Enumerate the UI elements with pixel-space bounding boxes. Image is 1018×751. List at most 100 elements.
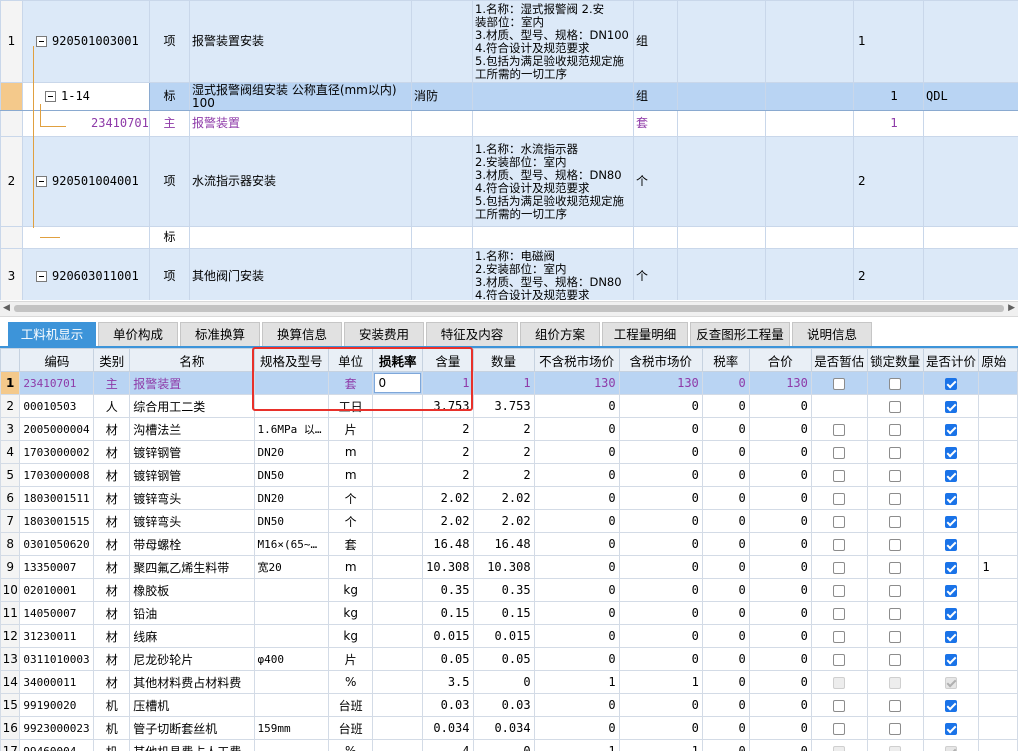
item-col-blank[interactable] <box>677 136 766 227</box>
provisional-cell[interactable] <box>810 486 868 510</box>
loss-rate-cell[interactable] <box>372 555 424 579</box>
price-excl-tax[interactable]: 0 <box>533 463 620 487</box>
item-col-blank[interactable] <box>677 226 766 249</box>
lock-quantity-cell[interactable] <box>866 555 924 579</box>
price-excl-tax[interactable]: 0 <box>533 693 620 717</box>
material-unit[interactable]: 套 <box>327 532 374 556</box>
checkbox[interactable] <box>945 699 957 712</box>
total-price[interactable]: 0 <box>748 624 812 648</box>
checkbox[interactable] <box>945 377 957 390</box>
checkbox[interactable] <box>889 561 902 574</box>
price-incl-tax[interactable]: 0 <box>618 440 703 464</box>
tax-rate[interactable]: 0 <box>701 716 750 740</box>
total-price[interactable]: 0 <box>748 601 812 625</box>
item-quantity[interactable] <box>853 226 924 249</box>
priced-cell[interactable] <box>922 555 980 579</box>
tax-rate[interactable]: 0 <box>701 578 750 602</box>
material-category[interactable]: 机 <box>93 693 131 717</box>
loss-rate-cell[interactable] <box>372 624 424 648</box>
tax-rate[interactable]: 0 <box>701 532 750 556</box>
material-spec[interactable] <box>253 371 329 395</box>
item-col-blank[interactable] <box>677 0 766 83</box>
column-header[interactable]: 原始 <box>978 348 1018 372</box>
lock-quantity-cell[interactable] <box>866 394 924 418</box>
material-content[interactable]: 3.5 <box>422 670 474 694</box>
collapse-tree-icon[interactable] <box>36 176 47 187</box>
provisional-cell[interactable] <box>810 716 868 740</box>
loss-rate-input[interactable]: 0 <box>374 373 422 393</box>
checkbox[interactable] <box>945 607 957 620</box>
column-header[interactable]: 类别 <box>93 348 131 372</box>
loss-rate-cell[interactable] <box>372 601 424 625</box>
original-cell[interactable] <box>978 486 1018 510</box>
priced-cell[interactable] <box>922 417 980 441</box>
material-spec[interactable]: 1.6MPa 以… <box>253 417 329 441</box>
checkbox[interactable] <box>889 469 902 482</box>
material-content[interactable]: 0.03 <box>422 693 474 717</box>
material-quantity[interactable]: 2.02 <box>472 486 535 510</box>
item-name[interactable]: 湿式报警阀组安装 公称直径(mm以内) 100 <box>189 82 412 111</box>
price-excl-tax[interactable]: 0 <box>533 440 620 464</box>
loss-rate-cell[interactable] <box>372 417 424 441</box>
material-name[interactable]: 镀锌钢管 <box>129 440 255 464</box>
material-name[interactable]: 线麻 <box>129 624 255 648</box>
item-extra[interactable] <box>923 248 1018 300</box>
material-row[interactable]: 12 31230011 材线麻 kg 0.015 0.015 0 0 0 0 <box>0 624 1018 648</box>
item-unit[interactable] <box>633 226 678 249</box>
material-category[interactable]: 材 <box>93 417 131 441</box>
checkbox[interactable] <box>945 423 957 436</box>
material-spec[interactable] <box>253 601 329 625</box>
material-content[interactable]: 0.05 <box>422 647 474 671</box>
total-price[interactable]: 0 <box>748 716 812 740</box>
priced-cell[interactable] <box>922 463 980 487</box>
checkbox[interactable] <box>945 584 957 597</box>
loss-rate-cell[interactable] <box>372 463 424 487</box>
lock-quantity-cell[interactable] <box>866 601 924 625</box>
material-unit[interactable]: m <box>327 555 374 579</box>
loss-rate-cell[interactable] <box>372 394 424 418</box>
material-row[interactable]: 2 00010503 人综合用工二类 工日 3.753 3.753 0 0 0 0 <box>0 394 1018 418</box>
collapse-tree-icon[interactable] <box>36 270 47 282</box>
material-content[interactable]: 10.308 <box>422 555 474 579</box>
material-unit[interactable]: % <box>327 739 374 751</box>
material-quantity[interactable]: 2.02 <box>472 509 535 533</box>
material-spec[interactable]: DN50 <box>253 509 329 533</box>
item-spec[interactable] <box>411 110 473 137</box>
priced-cell[interactable] <box>922 440 980 464</box>
item-description[interactable] <box>472 226 634 249</box>
material-code[interactable]: 1803001511 <box>19 486 95 510</box>
original-cell[interactable] <box>978 394 1018 418</box>
material-spec[interactable] <box>253 693 329 717</box>
checkbox[interactable] <box>945 515 957 528</box>
column-header[interactable]: 是否暂估 <box>810 348 868 372</box>
material-category[interactable]: 机 <box>93 739 131 751</box>
total-price[interactable]: 0 <box>748 647 812 671</box>
checkbox[interactable] <box>833 653 846 666</box>
tax-rate[interactable]: 0 <box>701 417 750 441</box>
original-cell[interactable] <box>978 647 1018 671</box>
material-quantity[interactable]: 3.753 <box>472 394 535 418</box>
item-col-blank[interactable] <box>765 82 854 111</box>
column-header[interactable]: 编码 <box>19 348 95 372</box>
checkbox[interactable] <box>833 607 846 620</box>
material-name[interactable]: 镀锌弯头 <box>129 486 255 510</box>
material-code[interactable]: 99460004 <box>19 739 95 751</box>
checkbox[interactable] <box>833 515 846 528</box>
material-content[interactable]: 2.02 <box>422 486 474 510</box>
loss-rate-cell[interactable]: 0 <box>372 371 424 395</box>
material-content[interactable]: 0.35 <box>422 578 474 602</box>
total-price[interactable]: 0 <box>748 417 812 441</box>
priced-cell[interactable] <box>922 578 980 602</box>
lock-quantity-cell[interactable] <box>866 371 924 395</box>
price-excl-tax[interactable]: 0 <box>533 578 620 602</box>
material-spec[interactable]: 159mm <box>253 716 329 740</box>
material-row[interactable]: 11 14050007 材铅油 kg 0.15 0.15 0 0 0 0 <box>0 601 1018 625</box>
material-quantity[interactable]: 0.35 <box>472 578 535 602</box>
loss-rate-cell[interactable] <box>372 693 424 717</box>
material-category[interactable]: 材 <box>93 532 131 556</box>
material-code[interactable]: 23410701 <box>19 371 95 395</box>
material-spec[interactable] <box>253 670 329 694</box>
checkbox[interactable] <box>833 469 846 482</box>
column-header[interactable]: 名称 <box>129 348 255 372</box>
scroll-left-icon[interactable]: ◀ <box>3 303 10 313</box>
